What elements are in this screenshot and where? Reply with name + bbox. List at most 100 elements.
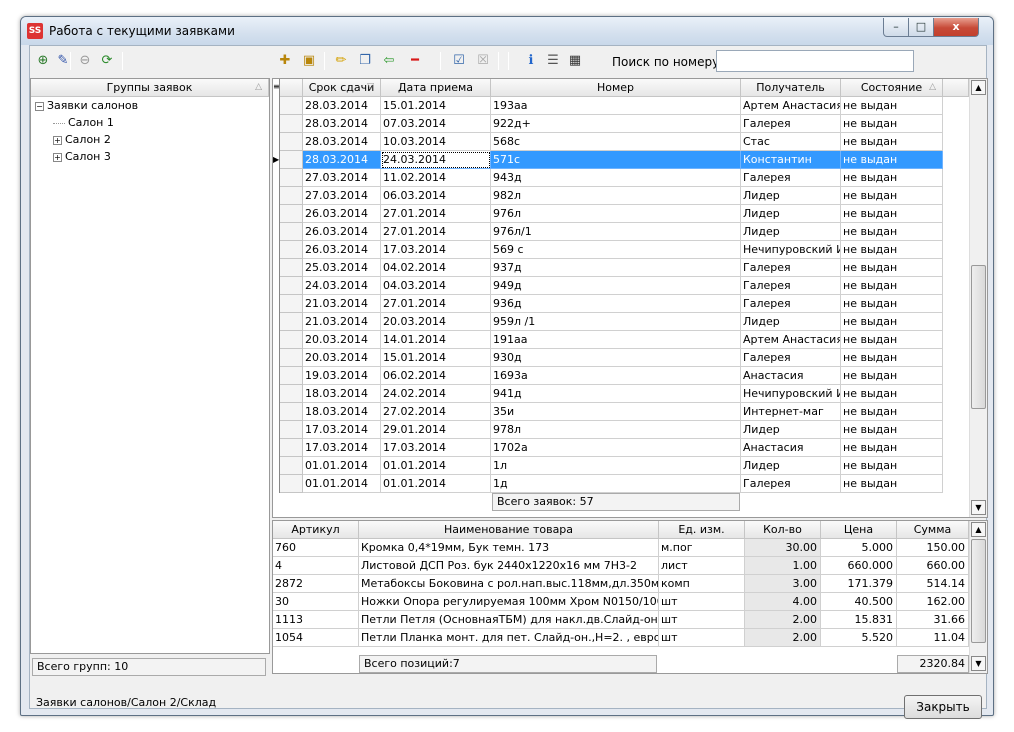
table-row[interactable]: 21.03.2014 20.03.2014 959л /1 Лидер не выдан xyxy=(273,313,943,331)
table-cell[interactable]: не выдан xyxy=(841,367,943,385)
row-indicator[interactable] xyxy=(273,421,303,439)
table-cell[interactable]: 1693а xyxy=(491,367,741,385)
table-cell[interactable]: Галерея xyxy=(741,259,841,277)
table-row[interactable]: 18.03.2014 27.02.2014 35и Интернет-маг не вы… xyxy=(273,403,943,421)
table-cell[interactable]: не выдан xyxy=(841,349,943,367)
row-indicator[interactable] xyxy=(273,133,303,151)
table-cell[interactable]: 5.520 xyxy=(821,629,897,647)
groups-header[interactable]: Группы заявок △ xyxy=(31,79,269,97)
table-cell[interactable]: 930д xyxy=(491,349,741,367)
table-cell[interactable]: 17.03.2014 xyxy=(381,439,491,457)
table-cell[interactable]: 01.01.2014 xyxy=(381,475,491,493)
table-cell[interactable]: 3.00 xyxy=(745,575,821,593)
table-cell[interactable]: Лидер xyxy=(741,205,841,223)
items-column-header[interactable]: Кол-во xyxy=(745,521,821,539)
table-cell[interactable]: 2872 xyxy=(273,575,359,593)
table-cell[interactable]: Лидер xyxy=(741,187,841,205)
table-cell[interactable]: не выдан xyxy=(841,97,943,115)
table-cell[interactable]: 27.01.2014 xyxy=(381,205,491,223)
table-cell[interactable]: Лидер xyxy=(741,421,841,439)
table-cell[interactable]: Анастасия xyxy=(741,439,841,457)
table-cell[interactable]: 949д xyxy=(491,277,741,295)
row-indicator[interactable] xyxy=(273,385,303,403)
table-cell[interactable]: Галерея xyxy=(741,295,841,313)
table-row[interactable]: 27.03.2014 06.03.2014 982л Лидер не выдан xyxy=(273,187,943,205)
table-cell[interactable]: 193аа xyxy=(491,97,741,115)
table-cell[interactable]: 28.03.2014 xyxy=(303,97,381,115)
table-cell[interactable]: Лидер xyxy=(741,313,841,331)
tree-node[interactable]: + Салон 3 xyxy=(53,150,111,163)
pencil-icon[interactable]: ✏ xyxy=(332,52,350,70)
scroll-up-icon[interactable]: ▲ xyxy=(971,80,986,95)
table-cell[interactable]: 21.03.2014 xyxy=(303,295,381,313)
table-cell[interactable]: Кромка 0,4*19мм, Бук темн. 173 xyxy=(359,539,659,557)
table-cell[interactable]: лист xyxy=(659,557,745,575)
table-cell[interactable]: 30.00 xyxy=(745,539,821,557)
scroll-thumb[interactable] xyxy=(971,265,986,409)
table-cell[interactable]: 162.00 xyxy=(897,593,969,611)
table-cell[interactable]: 15.01.2014 xyxy=(381,349,491,367)
row-indicator[interactable] xyxy=(273,169,303,187)
items-column-header[interactable]: Наименование товара xyxy=(359,521,659,539)
table-cell[interactable]: шт xyxy=(659,629,745,647)
table-cell[interactable]: 28.03.2014 xyxy=(303,151,381,169)
table-cell[interactable]: не выдан xyxy=(841,277,943,295)
table-cell[interactable]: Константин xyxy=(741,151,841,169)
table-cell[interactable]: 24.03.2014 xyxy=(303,277,381,295)
table-cell[interactable]: 28.03.2014 xyxy=(303,115,381,133)
collapse-icon[interactable]: − xyxy=(35,101,44,111)
table-row[interactable]: 26.03.2014 27.01.2014 976л Лидер не выдан xyxy=(273,205,943,223)
table-cell[interactable]: 35и xyxy=(491,403,741,421)
table-row[interactable]: 17.03.2014 29.01.2014 978л Лидер не выдан xyxy=(273,421,943,439)
row-indicator[interactable] xyxy=(273,259,303,277)
table-cell[interactable]: 28.03.2014 xyxy=(303,133,381,151)
table-cell[interactable]: 18.03.2014 xyxy=(303,403,381,421)
orders-scrollbar[interactable]: ▲ ▼ xyxy=(969,79,987,517)
table-row[interactable]: 18.03.201424.02.2014941дНечипуровский И.… xyxy=(273,385,943,403)
row-indicator[interactable] xyxy=(273,349,303,367)
table-row[interactable]: 20.03.2014 14.01.2014 191аа Артем Анастасия… xyxy=(273,331,943,349)
items-column-header[interactable]: Сумма xyxy=(897,521,969,539)
table-cell[interactable]: 15.831 xyxy=(821,611,897,629)
table-row[interactable]: 1113 Петли Петля (ОсновнаяТБМ) для накл.д… xyxy=(273,611,969,629)
table-cell[interactable]: Петли Планка монт. для пет. Слайд-он.,Н=… xyxy=(359,629,659,647)
table-cell[interactable]: 1д xyxy=(491,475,741,493)
row-indicator[interactable] xyxy=(273,331,303,349)
table-cell[interactable]: 978л xyxy=(491,421,741,439)
table-cell[interactable]: 4 xyxy=(273,557,359,575)
table-cell[interactable]: 941д xyxy=(491,385,741,403)
add-group-icon[interactable]: ⊕ xyxy=(34,52,52,70)
table-cell[interactable]: 571с xyxy=(491,151,741,169)
refresh-icon[interactable]: ⟳ xyxy=(98,52,116,70)
items-column-header[interactable]: Артикул xyxy=(273,521,359,539)
table-row[interactable]: 28.03.2014 07.03.2014 922д+ Галерея не выдан xyxy=(273,115,943,133)
row-indicator[interactable] xyxy=(273,403,303,421)
delete-group-icon[interactable]: ⊖ xyxy=(76,52,94,70)
table-cell[interactable]: 1.00 xyxy=(745,557,821,575)
table-cell[interactable]: 17.03.2014 xyxy=(303,421,381,439)
tree-node[interactable]: − Заявки салонов xyxy=(35,99,138,112)
table-cell[interactable]: шт xyxy=(659,593,745,611)
row-indicator[interactable] xyxy=(273,97,303,115)
row-indicator[interactable] xyxy=(273,439,303,457)
table-cell[interactable]: не выдан xyxy=(841,295,943,313)
table-cell[interactable]: не выдан xyxy=(841,439,943,457)
table-cell[interactable]: 976л xyxy=(491,205,741,223)
table-cell[interactable]: 27.03.2014 xyxy=(303,169,381,187)
table-cell[interactable]: 660.00 xyxy=(897,557,969,575)
orders-column-header[interactable]: Состояние △ xyxy=(841,79,943,97)
table-cell[interactable]: 25.03.2014 xyxy=(303,259,381,277)
table-cell[interactable]: Интернет-маг xyxy=(741,403,841,421)
table-cell[interactable]: Артем Анастасия xyxy=(741,97,841,115)
table-cell[interactable]: не выдан xyxy=(841,475,943,493)
close-button[interactable]: Закрыть xyxy=(904,695,982,719)
table-cell[interactable]: 514.14 xyxy=(897,575,969,593)
table-cell[interactable]: не выдан xyxy=(841,313,943,331)
table-cell[interactable]: 04.03.2014 xyxy=(381,277,491,295)
table-cell[interactable]: не выдан xyxy=(841,385,943,403)
row-indicator[interactable] xyxy=(273,457,303,475)
table-cell[interactable]: 150.00 xyxy=(897,539,969,557)
table-cell[interactable]: не выдан xyxy=(841,133,943,151)
table-cell[interactable]: 29.01.2014 xyxy=(381,421,491,439)
table-row[interactable]: 24.03.2014 04.03.2014 949д Галерея не выдан xyxy=(273,277,943,295)
